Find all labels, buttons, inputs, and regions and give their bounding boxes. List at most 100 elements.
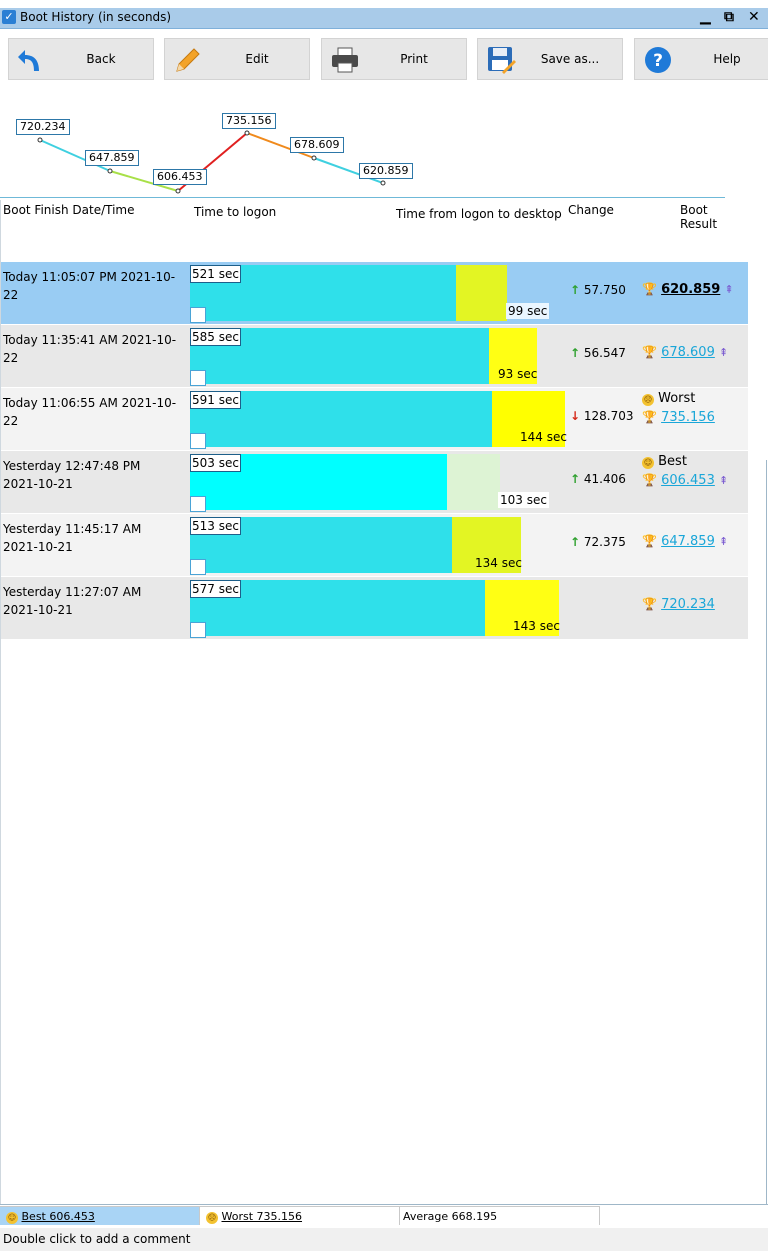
boot-date: Yesterday 12:47:48 PM 2021-10-21: [3, 459, 141, 491]
change-value: ↓ 128.703: [570, 409, 634, 423]
print-label: Print: [400, 52, 428, 66]
boot-date: Today 11:05:07 PM 2021-10-22: [3, 270, 176, 302]
worst-face-icon: ☹: [642, 394, 654, 406]
boot-result: 🏆 720.234: [642, 597, 715, 612]
comment-hint: Double click to add a comment: [0, 1228, 768, 1251]
edit-comment-icon[interactable]: [190, 370, 206, 386]
up-arrow-icon: ↑: [570, 535, 581, 549]
best-face-icon: ☺: [642, 457, 654, 469]
rocket-icon: ⇞: [724, 283, 734, 296]
boot-result-link[interactable]: 720.234: [661, 597, 715, 612]
trophy-icon: 🏆: [642, 282, 657, 296]
boot-result: 🏆 647.859 ⇞: [642, 534, 728, 549]
boot-result-link[interactable]: 678.609: [661, 345, 715, 360]
edit-comment-icon[interactable]: [190, 433, 206, 449]
logon-time: 591 sec: [190, 391, 241, 409]
boot-row[interactable]: Yesterday 12:47:48 PM 2021-10-21 503 sec …: [0, 451, 748, 513]
boot-row[interactable]: Yesterday 11:27:07 AM 2021-10-21 577 sec …: [0, 577, 748, 639]
boot-result-link[interactable]: 647.859: [661, 534, 715, 549]
restore-icon[interactable]: ⧉: [724, 8, 734, 26]
best-face-icon: ☺: [6, 1212, 18, 1224]
best-summary-link[interactable]: Best 606.453: [22, 1210, 95, 1223]
boot-result-link[interactable]: 620.859: [661, 282, 720, 297]
trophy-icon: 🏆: [642, 410, 657, 424]
svg-text:?: ?: [653, 51, 663, 71]
comment-hint-text: Double click to add a comment: [3, 1232, 191, 1246]
boot-date: Yesterday 11:45:17 AM 2021-10-21: [3, 522, 142, 554]
change-value: ↑ 72.375: [570, 535, 626, 549]
header-date[interactable]: Boot Finish Date/Time: [3, 203, 135, 217]
logon-time: 521 sec: [190, 265, 241, 283]
best-summary[interactable]: ☺ Best 606.453: [0, 1206, 200, 1225]
trend-point-label: 606.453: [153, 169, 207, 185]
boot-row[interactable]: Yesterday 11:45:17 AM 2021-10-21 513 sec …: [0, 514, 748, 576]
trend-point-label: 647.859: [85, 150, 139, 166]
desktop-time: 93 sec: [498, 367, 538, 381]
logon-time: 577 sec: [190, 580, 241, 598]
up-arrow-icon: ↑: [570, 472, 581, 486]
change-value: ↑ 56.547: [570, 346, 626, 360]
boot-date: Today 11:06:55 AM 2021-10-22: [3, 396, 177, 428]
minimize-icon[interactable]: ▁: [700, 8, 711, 26]
up-arrow-icon: ↑: [570, 283, 581, 297]
list-border-bottom: [0, 1204, 768, 1205]
trend-point-label: 678.609: [290, 137, 344, 153]
best-badge: Best: [658, 454, 687, 469]
boot-row[interactable]: Today 11:06:55 AM 2021-10-22 591 sec 144…: [0, 388, 748, 450]
boot-result-link[interactable]: 735.156: [661, 410, 715, 425]
up-arrow-icon: ↑: [570, 346, 581, 360]
edit-comment-icon[interactable]: [190, 559, 206, 575]
average-summary: Average 668.195: [400, 1206, 600, 1225]
rocket-icon: ⇞: [719, 346, 729, 359]
edit-comment-icon[interactable]: [190, 496, 206, 512]
floppy-disk-icon: [488, 47, 516, 74]
edit-label: Edit: [245, 52, 269, 66]
desktop-time: 143 sec: [513, 619, 560, 633]
trophy-icon: 🏆: [642, 597, 657, 611]
back-arrow-icon: [18, 50, 39, 71]
change-value: ↑ 57.750: [570, 283, 626, 297]
down-arrow-icon: ↓: [570, 409, 581, 423]
boot-row[interactable]: Today 11:05:07 PM 2021-10-22 521 sec 99 …: [0, 262, 748, 324]
change-value: ↑ 41.406: [570, 472, 626, 486]
edit-button[interactable]: Edit: [164, 38, 310, 80]
header-result[interactable]: Boot Result: [680, 203, 748, 231]
worst-face-icon: ☹: [206, 1212, 218, 1224]
back-label: Back: [86, 52, 116, 66]
help-icon: ?: [645, 47, 671, 73]
worst-summary[interactable]: ☹ Worst 735.156: [200, 1206, 400, 1225]
boot-result-link[interactable]: 606.453: [661, 473, 715, 488]
boot-date: Yesterday 11:27:07 AM 2021-10-21: [3, 585, 142, 617]
desktop-time: 134 sec: [475, 556, 522, 570]
help-button[interactable]: ? Help: [634, 38, 768, 80]
trend-point-label: 620.859: [359, 163, 413, 179]
header-desktop[interactable]: Time from logon to desktop: [396, 207, 562, 221]
boot-result: 🏆 620.859 ⇞: [642, 282, 734, 297]
edit-comment-icon[interactable]: [190, 622, 206, 638]
boot-row[interactable]: Today 11:35:41 AM 2021-10-22 585 sec 93 …: [0, 325, 748, 387]
worst-badge: Worst: [658, 391, 696, 406]
close-icon[interactable]: ✕: [748, 8, 760, 26]
toolbar: Back Edit Print Save as... ? Help: [0, 38, 768, 82]
boot-result: ☹ Worst 🏆 735.156: [642, 390, 715, 427]
edit-comment-icon[interactable]: [190, 307, 206, 323]
rocket-icon: ⇞: [719, 474, 729, 487]
worst-summary-link[interactable]: Worst 735.156: [222, 1210, 303, 1223]
boot-trend-sparkline: 720.234 647.859 606.453 735.156 678.609 …: [0, 108, 768, 198]
desktop-time: 144 sec: [520, 430, 567, 444]
back-button[interactable]: Back: [8, 38, 154, 80]
pencil-icon: [176, 48, 200, 72]
desktop-time: 99 sec: [506, 303, 550, 319]
trend-point-label: 735.156: [222, 113, 276, 129]
checkbox-icon[interactable]: ✓: [2, 10, 16, 24]
save-as-button[interactable]: Save as...: [477, 38, 623, 80]
header-change[interactable]: Change: [568, 203, 614, 217]
printer-icon: [332, 47, 358, 73]
desktop-bar: [456, 265, 507, 321]
print-button[interactable]: Print: [321, 38, 467, 80]
save-as-label: Save as...: [540, 52, 600, 66]
logon-time: 513 sec: [190, 517, 241, 535]
trophy-icon: 🏆: [642, 345, 657, 359]
header-logon[interactable]: Time to logon: [194, 205, 276, 219]
boot-result: ☺ Best 🏆 606.453 ⇞: [642, 453, 728, 490]
